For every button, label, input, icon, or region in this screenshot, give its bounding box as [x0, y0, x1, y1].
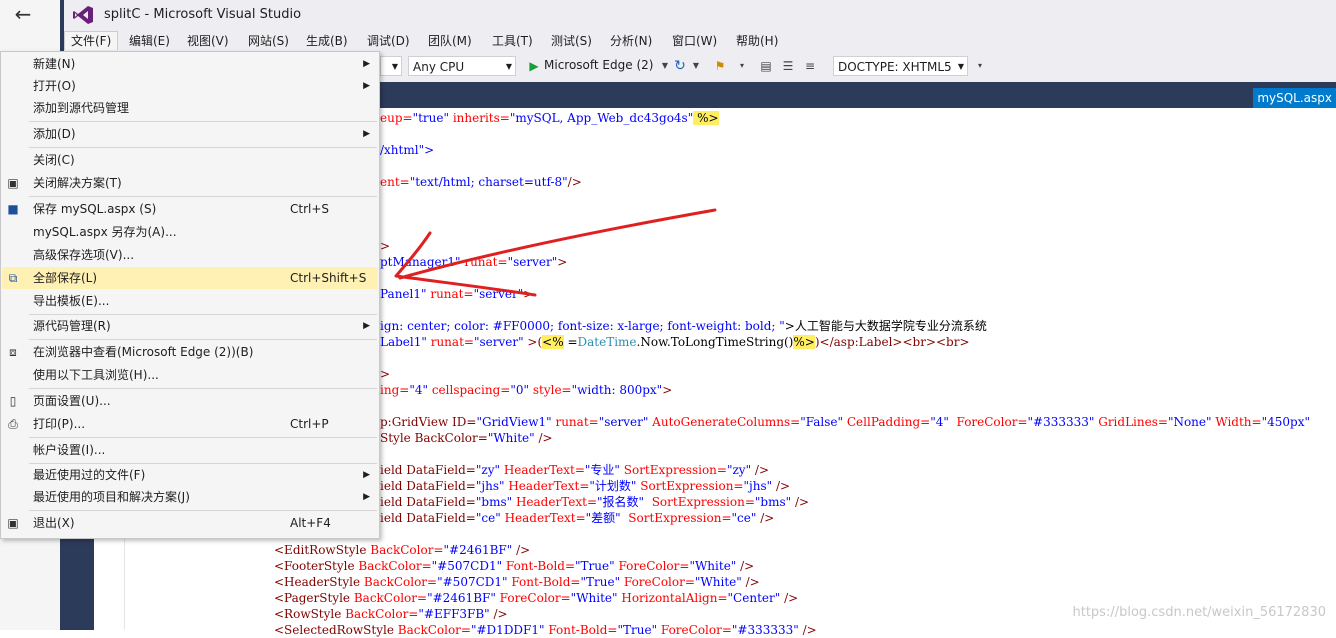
chevron-down-icon: ▼ [957, 62, 964, 71]
code-line: <SelectedRowStyle BackColor="#D1DDF1" Fo… [274, 623, 817, 637]
file-menu-add-source-control[interactable]: 添加到源代码管理 [2, 97, 378, 119]
code-line: /xhtml"> [380, 143, 435, 157]
align-icon[interactable]: ≡ [802, 58, 818, 74]
chevron-right-icon: ▶ [363, 321, 370, 331]
tab-mysql-aspx[interactable]: mySQL.aspx [1253, 88, 1336, 108]
code-line: ign: center; color: #FF0000; font-size: … [380, 319, 987, 333]
format-icon[interactable]: ☰ [780, 58, 796, 74]
menu-help[interactable]: 帮助(H) [730, 32, 784, 50]
code-line: p:GridView ID="GridView1" runat="server"… [380, 415, 1310, 429]
red-arrow-annotation-icon [394, 208, 717, 297]
browser-target-button[interactable]: Microsoft Edge (2) [544, 58, 653, 72]
chevron-down-icon: ▼ [505, 62, 512, 71]
chevron-right-icon: ▶ [363, 129, 370, 139]
menu-separator [29, 388, 377, 389]
code-line: ield DataField="jhs" HeaderText="计划数" So… [380, 479, 791, 493]
code-line: > [380, 367, 391, 381]
code-line: ield DataField="zy" HeaderText="专业" Sort… [380, 463, 770, 477]
refresh-icon[interactable]: ↻ [672, 58, 688, 74]
menu-separator [29, 147, 377, 148]
code-line: ield DataField="bms" HeaderText="报名数" So… [380, 495, 810, 509]
file-menu-recent-files[interactable]: 最近使用过的文件(F) ▶ [2, 464, 378, 486]
toolbar-combo-partial[interactable]: ▼ [380, 56, 402, 76]
menu-separator [29, 339, 377, 340]
file-menu-save-all[interactable]: ⧉ 全部保存(L) Ctrl+Shift+S [2, 267, 378, 289]
platform-select[interactable]: Any CPU ▼ [408, 56, 516, 76]
file-menu-close-solution[interactable]: ▣ 关闭解决方案(T) [2, 172, 378, 194]
save-all-icon: ⧉ [8, 271, 18, 285]
find-icon[interactable]: ⚑ [712, 58, 728, 74]
page-setup-icon: ▯ [9, 394, 17, 408]
file-menu-view-in-browser[interactable]: ⧈ 在浏览器中查看(Microsoft Edge (2))(B) [2, 341, 378, 363]
chevron-down-icon[interactable]: ▼ [657, 58, 673, 74]
menu-team[interactable]: 团队(M) [422, 32, 478, 50]
file-menu-source-control[interactable]: 源代码管理(R) ▶ [2, 315, 378, 337]
file-menu-export-template[interactable]: 导出模板(E)... [2, 290, 378, 312]
visual-studio-logo-icon [73, 6, 93, 24]
close-solution-icon: ▣ [7, 176, 19, 190]
code-line: <RowStyle BackColor="#EFF3FB" /> [274, 607, 508, 621]
file-menu-advanced-save[interactable]: 高级保存选项(V)... [2, 244, 378, 266]
platform-value: Any CPU [413, 60, 465, 74]
chevron-right-icon: ▶ [363, 59, 370, 69]
file-menu-add[interactable]: 添加(D) ▶ [2, 123, 378, 145]
code-line: Label1" runat="server" >(<% =DateTime.No… [380, 335, 970, 349]
printer-icon: ⎙ [8, 417, 18, 431]
menu-view[interactable]: 视图(V) [181, 32, 235, 50]
file-menu-page-setup[interactable]: ▯ 页面设置(U)... [2, 390, 378, 412]
menu-test[interactable]: 测试(S) [545, 32, 598, 50]
code-line: <PagerStyle BackColor="#2461BF" ForeColo… [274, 591, 799, 605]
save-icon: ■ [7, 202, 19, 216]
window-title: splitC - Microsoft Visual Studio [104, 7, 302, 22]
code-line: eup="true" inherits="mySQL, App_Web_dc43… [380, 111, 719, 125]
menu-edit[interactable]: 编辑(E) [123, 32, 176, 50]
menu-tools[interactable]: 工具(T) [486, 32, 539, 50]
file-menu-browse-with[interactable]: 使用以下工具浏览(H)... [2, 364, 378, 386]
file-menu-dropdown: 新建(N) ▶ 打开(O) ▶ 添加到源代码管理 添加(D) ▶ 关闭(C) ▣ 关闭解… [0, 51, 380, 539]
chevron-down-icon[interactable]: ▾ [972, 58, 988, 74]
code-line: ield DataField="ce" HeaderText="差额" Sort… [380, 511, 775, 525]
code-line: <HeaderStyle BackColor="#507CD1" Font-Bo… [274, 575, 760, 589]
file-menu-close[interactable]: 关闭(C) [2, 149, 378, 171]
chevron-right-icon: ▶ [363, 492, 370, 502]
file-menu-recent-projects[interactable]: 最近使用的项目和解决方案(J) ▶ [2, 486, 378, 508]
menu-debug[interactable]: 调试(D) [361, 32, 416, 50]
watermark: https://blog.csdn.net/weixin_56172830 [1072, 605, 1326, 620]
code-line: <EditRowStyle BackColor="#2461BF" /> [274, 543, 531, 557]
doctype-value: DOCTYPE: XHTML5 [838, 60, 952, 74]
menu-build[interactable]: 生成(B) [300, 32, 354, 50]
file-menu-open[interactable]: 打开(O) ▶ [2, 75, 378, 97]
code-line: ing="4" cellspacing="0" style="width: 80… [380, 383, 673, 397]
back-arrow-icon[interactable]: ← [0, 0, 46, 30]
file-menu-new[interactable]: 新建(N) ▶ [2, 53, 378, 75]
chevron-down-icon[interactable]: ▼ [688, 58, 704, 74]
menu-separator [29, 196, 377, 197]
menu-website[interactable]: 网站(S) [242, 32, 295, 50]
chevron-right-icon: ▶ [363, 81, 370, 91]
menu-file[interactable]: 文件(F) [64, 31, 119, 50]
file-menu-exit[interactable]: ▣ 退出(X) Alt+F4 [2, 512, 378, 534]
file-menu-account-settings[interactable]: 帐户设置(I)... [2, 439, 378, 461]
code-line: ent="text/html; charset=utf-8"/> [380, 175, 582, 189]
menu-separator [29, 121, 377, 122]
exit-icon: ▣ [7, 516, 19, 530]
chevron-down-icon[interactable]: ▾ [734, 58, 750, 74]
code-line: <FooterStyle BackColor="#507CD1" Font-Bo… [274, 559, 755, 573]
code-line: Style BackColor="White" /> [380, 431, 553, 445]
start-debug-icon[interactable]: ▶ [526, 58, 542, 74]
menu-window[interactable]: 窗口(W) [666, 32, 723, 50]
menu-analyze[interactable]: 分析(N) [604, 32, 658, 50]
document-icon[interactable]: ▤ [758, 58, 774, 74]
file-menu-print[interactable]: ⎙ 打印(P)... Ctrl+P [2, 413, 378, 435]
menu-separator [29, 510, 377, 511]
file-menu-save-as[interactable]: mySQL.aspx 另存为(A)... [2, 221, 378, 243]
browser-icon: ⧈ [9, 345, 17, 359]
chevron-right-icon: ▶ [363, 470, 370, 480]
file-menu-save[interactable]: ■ 保存 mySQL.aspx (S) Ctrl+S [2, 198, 378, 220]
doctype-select[interactable]: DOCTYPE: XHTML5 ▼ [833, 56, 968, 76]
menu-separator [29, 437, 377, 438]
